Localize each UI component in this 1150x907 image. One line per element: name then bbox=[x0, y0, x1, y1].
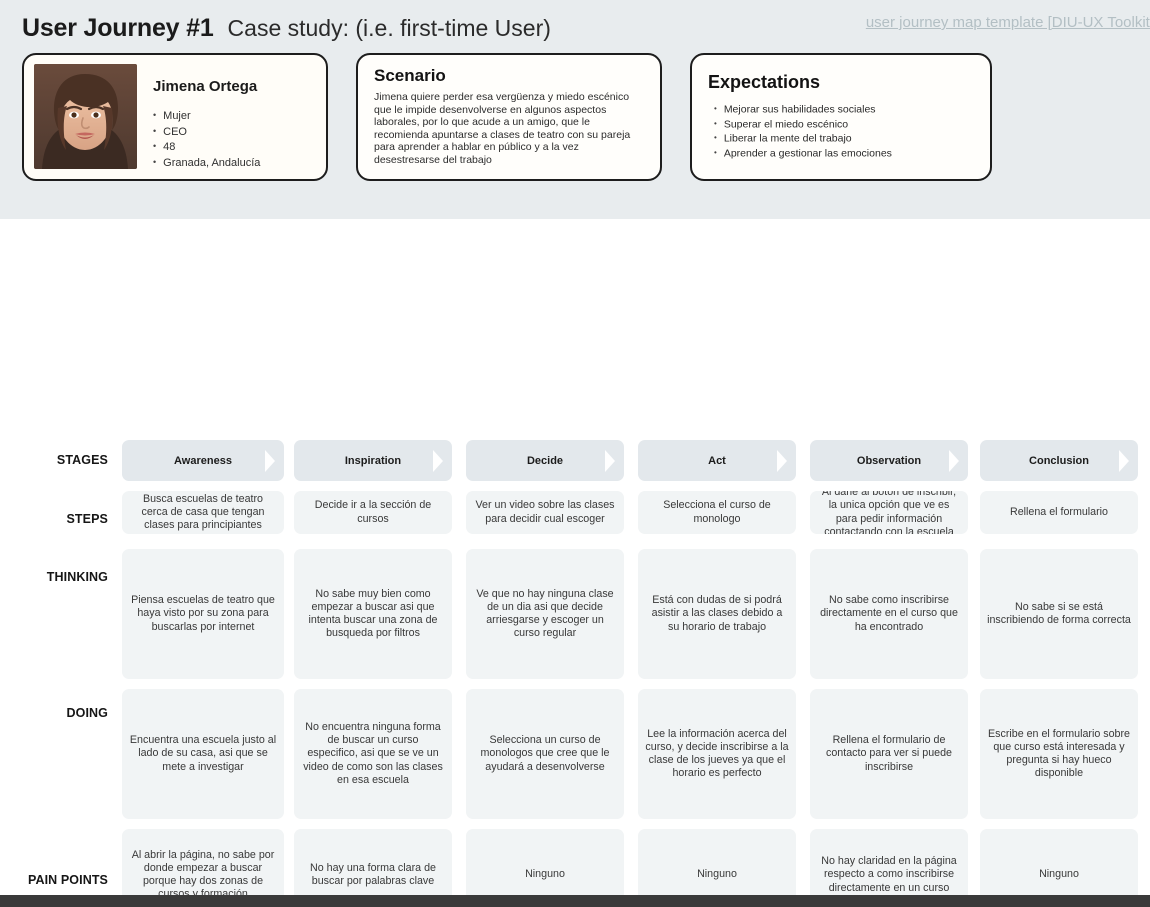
persona-card: Jimena Ortega Mujer CEO 48 Granada, Anda… bbox=[22, 53, 328, 181]
stage-label: Observation bbox=[856, 454, 922, 467]
cell-text: No sabe muy bien como empezar a buscar a… bbox=[308, 587, 438, 640]
journey-grid: STAGES STEPS THINKING DOING PAIN POINTS … bbox=[0, 219, 1150, 907]
thinking-cell[interactable]: No sabe como inscribirse directamente en… bbox=[810, 549, 968, 679]
stage-cell[interactable]: Act bbox=[638, 440, 796, 481]
header-band: User Journey #1 Case study: (i.e. first-… bbox=[0, 0, 1150, 219]
stage-cell[interactable]: Decide bbox=[466, 440, 624, 481]
cell-text: No encuentra ninguna forma de buscar un … bbox=[303, 720, 443, 786]
doing-cell[interactable]: Escribe en el formulario sobre que curso… bbox=[980, 689, 1138, 819]
cell-text: No hay claridad en la página respecto a … bbox=[821, 855, 957, 894]
bottom-bar bbox=[0, 895, 1150, 907]
steps-cell[interactable]: Decide ir a la sección de cursos bbox=[294, 491, 452, 534]
stage-label: Decide bbox=[526, 454, 564, 467]
steps-cell[interactable]: Selecciona el curso de monologo bbox=[638, 491, 796, 534]
title-main: User Journey #1 bbox=[22, 14, 214, 42]
expectations-list: Mejorar sus habilidades sociales Superar… bbox=[708, 102, 976, 161]
persona-attributes: Mujer CEO 48 Granada, Andalucía bbox=[153, 108, 260, 170]
cell-text: No hay una forma clara de buscar por pal… bbox=[310, 861, 436, 887]
cell-text: No sabe si se está inscribiendo de forma… bbox=[987, 600, 1131, 626]
stage-label: Act bbox=[708, 454, 726, 467]
cell-text: Al darle al boton de inscribir, la unica… bbox=[821, 491, 957, 534]
scenario-heading: Scenario bbox=[374, 66, 446, 85]
cell-text: Ver un video sobre las clases para decid… bbox=[475, 499, 615, 525]
doing-cell[interactable]: No encuentra ninguna forma de buscar un … bbox=[294, 689, 452, 819]
user-journey-map-page: User Journey #1 Case study: (i.e. first-… bbox=[0, 0, 1150, 907]
stage-cell[interactable]: Observation bbox=[810, 440, 968, 481]
cell-text: Está con dudas de si podrá asistir a las… bbox=[651, 594, 783, 633]
chevron-right-icon bbox=[433, 449, 443, 472]
doing-cell[interactable]: Rellena el formulario de contacto para v… bbox=[810, 689, 968, 819]
persona-attribute: Mujer bbox=[153, 108, 260, 124]
expectations-heading: Expectations bbox=[708, 72, 821, 92]
cell-text: Decide ir a la sección de cursos bbox=[314, 499, 432, 525]
doing-cell[interactable]: Lee la información acerca del curso, y d… bbox=[638, 689, 796, 819]
steps-cell[interactable]: Busca escuelas de teatro cerca de casa q… bbox=[122, 491, 284, 534]
list-item: Liberar la mente del trabajo bbox=[714, 131, 976, 146]
page-title: User Journey #1 Case study: (i.e. first-… bbox=[22, 14, 551, 43]
stage-label: Conclusion bbox=[1029, 454, 1089, 467]
stage-cell[interactable]: Awareness bbox=[122, 440, 284, 481]
doing-cell[interactable]: Encuentra una escuela justo al lado de s… bbox=[122, 689, 284, 819]
template-link[interactable]: user journey map template [DIU-UX Toolki… bbox=[866, 14, 1150, 31]
cell-text: Ve que no hay ninguna clase de un dia as… bbox=[476, 587, 614, 640]
title-subtitle: Case study: (i.e. first-time User) bbox=[227, 15, 551, 41]
thinking-cell[interactable]: No sabe si se está inscribiendo de forma… bbox=[980, 549, 1138, 679]
persona-attribute: 48 bbox=[153, 139, 260, 155]
cell-text: Encuentra una escuela justo al lado de s… bbox=[129, 734, 277, 773]
steps-cell[interactable]: Ver un video sobre las clases para decid… bbox=[466, 491, 624, 534]
top-cards: Jimena Ortega Mujer CEO 48 Granada, Anda… bbox=[0, 53, 1150, 183]
row-label-stages: STAGES bbox=[56, 453, 108, 467]
cell-text: Busca escuelas de teatro cerca de casa q… bbox=[141, 492, 265, 532]
cell-text: Selecciona el curso de monologo bbox=[663, 499, 771, 525]
cell-text: Piensa escuelas de teatro que haya visto… bbox=[131, 594, 275, 633]
cell-text: Lee la información acerca del curso, y d… bbox=[645, 727, 789, 780]
steps-cell[interactable]: Rellena el formulario bbox=[980, 491, 1138, 534]
cell-text: Rellena el formulario bbox=[1009, 505, 1108, 518]
list-item: Mejorar sus habilidades sociales bbox=[714, 102, 976, 117]
chevron-right-icon bbox=[265, 449, 275, 472]
steps-cell[interactable]: Al darle al boton de inscribir, la unica… bbox=[810, 491, 968, 534]
stage-label: Inspiration bbox=[344, 454, 402, 467]
doing-cell[interactable]: Selecciona un curso de monologos que cre… bbox=[466, 689, 624, 819]
cell-text: Al abrir la página, no sabe por donde em… bbox=[131, 848, 275, 901]
cell-text: Rellena el formulario de contacto para v… bbox=[826, 734, 952, 773]
cell-text: Escribe en el formulario sobre que curso… bbox=[988, 727, 1130, 780]
cell-text: Selecciona un curso de monologos que cre… bbox=[480, 734, 610, 773]
row-label-thinking: THINKING bbox=[46, 570, 108, 584]
persona-attribute: CEO bbox=[153, 124, 260, 140]
row-label-doing: DOING bbox=[66, 706, 108, 720]
chevron-right-icon bbox=[1119, 449, 1129, 472]
avatar bbox=[34, 64, 137, 169]
cell-text: Ninguno bbox=[525, 868, 565, 881]
chevron-right-icon bbox=[777, 449, 787, 472]
scenario-body: Jimena quiere perder esa vergüenza y mie… bbox=[374, 91, 631, 166]
thinking-cell[interactable]: Está con dudas de si podrá asistir a las… bbox=[638, 549, 796, 679]
cell-text: Ninguno bbox=[697, 868, 737, 881]
stage-cell[interactable]: Conclusion bbox=[980, 440, 1138, 481]
row-label-steps: STEPS bbox=[66, 512, 108, 526]
chevron-right-icon bbox=[605, 449, 615, 472]
thinking-cell[interactable]: Piensa escuelas de teatro que haya visto… bbox=[122, 549, 284, 679]
list-item: Aprender a gestionar las emociones bbox=[714, 146, 976, 161]
list-item: Superar el miedo escénico bbox=[714, 117, 976, 132]
stage-cell[interactable]: Inspiration bbox=[294, 440, 452, 481]
thinking-cell[interactable]: Ve que no hay ninguna clase de un dia as… bbox=[466, 549, 624, 679]
scenario-card: Scenario Jimena quiere perder esa vergüe… bbox=[356, 53, 662, 181]
persona-name: Jimena Ortega bbox=[153, 78, 258, 95]
row-label-pain-points: PAIN POINTS bbox=[27, 873, 108, 887]
cell-text: No sabe como inscribirse directamente en… bbox=[820, 594, 958, 633]
expectations-card: Expectations Mejorar sus habilidades soc… bbox=[690, 53, 992, 181]
chevron-right-icon bbox=[949, 449, 959, 472]
thinking-cell[interactable]: No sabe muy bien como empezar a buscar a… bbox=[294, 549, 452, 679]
cell-text: Ninguno bbox=[1039, 868, 1079, 881]
stage-label: Awareness bbox=[174, 454, 232, 467]
persona-attribute: Granada, Andalucía bbox=[153, 155, 260, 171]
